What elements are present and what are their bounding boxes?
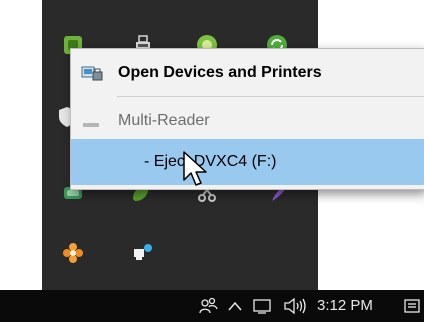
drive-icon [81, 113, 103, 133]
devices-printers-icon [81, 63, 103, 83]
clock-time[interactable]: 3:12 PM [317, 290, 373, 322]
taskbar: 3:12 PM [0, 290, 424, 322]
menu-item-device-name-label: Multi-Reader [118, 112, 210, 129]
menu-item-open-devices-label: Open Devices and Printers [118, 64, 322, 81]
action-center-icon[interactable] [400, 290, 424, 322]
orange-flower-icon[interactable] [58, 238, 88, 268]
network-share-icon[interactable] [128, 238, 158, 268]
speaker-icon[interactable] [280, 290, 312, 322]
device-context-menu: Open Devices and Printers Multi-Reader -… [70, 48, 424, 190]
menu-separator [117, 96, 424, 97]
menu-item-eject[interactable]: - Eject DVXC4 (F:) [71, 139, 424, 185]
mouse-cursor-icon [182, 150, 212, 190]
chevron-up-icon[interactable] [224, 290, 246, 322]
people-icon[interactable] [196, 290, 222, 322]
menu-item-device-name: Multi-Reader [71, 99, 424, 143]
monitor-icon[interactable] [250, 290, 274, 322]
menu-item-open-devices[interactable]: Open Devices and Printers [71, 51, 424, 95]
